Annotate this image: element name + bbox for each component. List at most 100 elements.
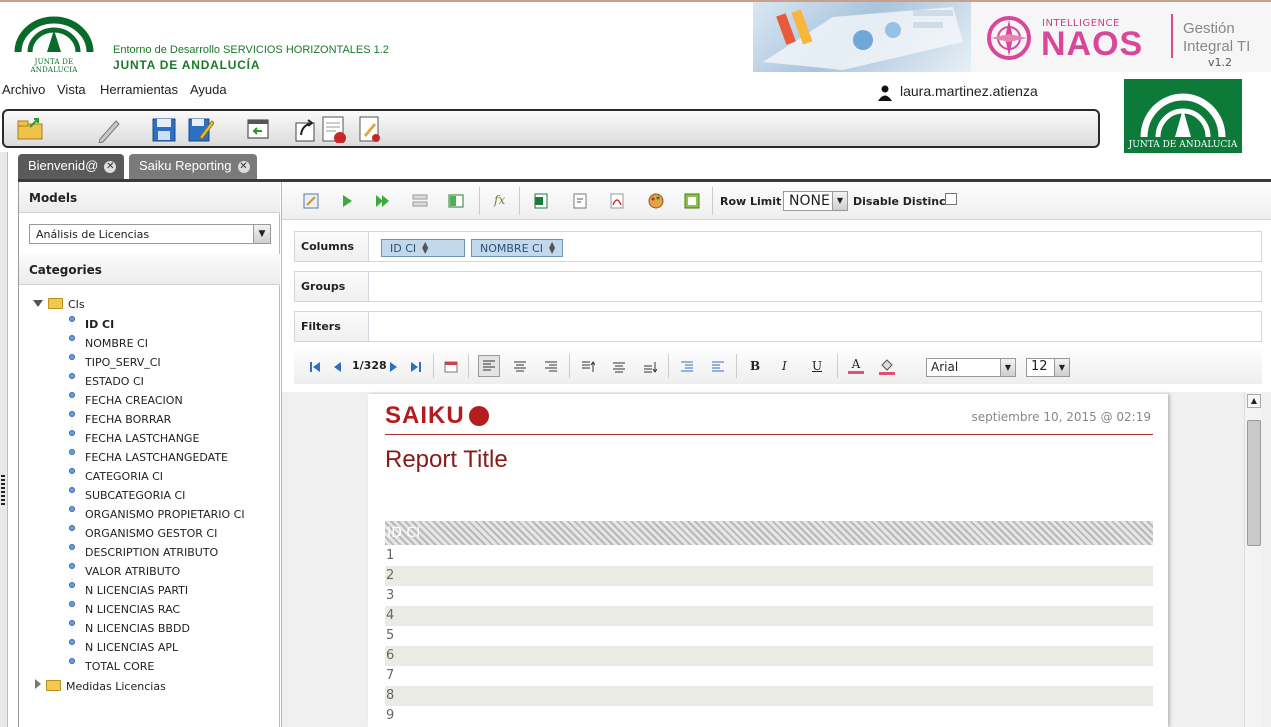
filters-axis[interactable]: Filters — [294, 311, 1262, 342]
field-icon — [69, 525, 75, 531]
report-document-icon[interactable] — [320, 115, 348, 143]
close-icon[interactable]: ✕ — [237, 161, 250, 173]
toolbar-separator — [569, 354, 570, 378]
next-page-icon[interactable] — [386, 360, 400, 374]
column-pill-nombre-ci[interactable]: NOMBRE CI ▲ ▼ — [471, 239, 563, 257]
folder-medidas-licencias[interactable]: Medidas Licencias — [35, 679, 166, 693]
save-icon[interactable] — [150, 115, 178, 143]
field-item[interactable]: N LICENCIAS APL — [69, 639, 178, 654]
field-item[interactable]: CATEGORIA CI — [69, 468, 163, 483]
field-item[interactable]: NOMBRE CI — [69, 335, 148, 350]
scroll-thumb[interactable] — [1247, 420, 1261, 546]
palette-icon[interactable] — [648, 193, 664, 209]
row-limit-select[interactable]: NONE ▼ — [783, 191, 848, 211]
align-left-button[interactable] — [478, 355, 500, 377]
field-item[interactable]: ORGANISMO PROPIETARIO CI — [69, 506, 245, 521]
tab-saiku-reporting[interactable]: Saiku Reporting ✕ — [129, 154, 257, 180]
new-query-icon[interactable] — [303, 193, 319, 209]
sort-icon[interactable]: ▲ ▼ — [422, 241, 430, 255]
field-item[interactable]: N LICENCIAS PARTI — [69, 582, 188, 597]
report-title[interactable]: Report Title — [385, 446, 508, 474]
data-source-icon[interactable] — [684, 193, 700, 209]
fill-color-icon[interactable] — [879, 357, 895, 375]
edit-pencil-icon[interactable] — [94, 115, 122, 143]
report-edit-icon[interactable] — [356, 115, 384, 143]
tab-bienvenido[interactable]: Bienvenid@ ✕ — [18, 154, 124, 180]
underline-icon[interactable]: U — [812, 359, 826, 373]
menu-herramientas[interactable]: Herramientas — [100, 82, 178, 97]
close-icon[interactable]: ✕ — [104, 161, 117, 173]
align-right-icon[interactable] — [544, 360, 558, 374]
field-item[interactable]: FECHA CREACION — [69, 392, 183, 407]
chevron-down-icon[interactable]: ▼ — [1054, 359, 1069, 376]
font-color-icon[interactable]: A — [848, 357, 864, 374]
field-item[interactable]: TOTAL CORE — [69, 658, 154, 673]
collapsed-arrow-icon[interactable] — [35, 679, 41, 689]
switch-view-icon[interactable] — [448, 193, 464, 209]
naos-name: NAOS — [1041, 25, 1144, 63]
menu-ayuda[interactable]: Ayuda — [190, 82, 227, 97]
run-all-icon[interactable] — [375, 193, 391, 209]
field-item[interactable]: N LICENCIAS BBDD — [69, 620, 190, 635]
scroll-up-icon[interactable]: ▲ — [1247, 394, 1261, 408]
italic-icon[interactable]: I — [782, 359, 796, 373]
column-pill-id-ci[interactable]: ID CI ▲ ▼ — [381, 239, 465, 257]
field-item[interactable]: TIPO_SERV_CI — [69, 354, 161, 369]
expanded-arrow-icon[interactable] — [33, 300, 43, 307]
first-page-icon[interactable] — [308, 360, 322, 374]
formula-icon[interactable]: fx — [494, 193, 510, 209]
run-icon[interactable] — [339, 193, 355, 209]
layout-icon[interactable] — [412, 193, 428, 209]
font-size-select[interactable]: 12 ▼ — [1026, 358, 1070, 377]
field-item[interactable]: FECHA BORRAR — [69, 411, 171, 426]
open-folder-icon[interactable] — [16, 115, 44, 143]
filters-label: Filters — [295, 312, 369, 341]
menu-vista[interactable]: Vista — [57, 82, 86, 97]
field-item[interactable]: FECHA LASTCHANGEDATE — [69, 449, 228, 464]
field-item[interactable]: FECHA LASTCHANGE — [69, 430, 199, 445]
save-as-icon[interactable] — [186, 115, 214, 143]
collapse-handle[interactable] — [0, 152, 8, 727]
valign-top-icon[interactable] — [581, 360, 595, 374]
field-item[interactable]: DESCRIPTION ATRIBUTO — [69, 544, 218, 559]
outdent-icon[interactable] — [711, 360, 725, 374]
last-page-icon[interactable] — [409, 360, 423, 374]
disable-distinct-checkbox[interactable] — [945, 193, 957, 205]
pdf-export-icon[interactable] — [609, 193, 625, 209]
font-family-select[interactable]: Arial ▼ — [926, 358, 1016, 377]
report-toolbar: 1/328 B I U A Arial ▼ 12 ▼ — [294, 350, 1262, 384]
valign-middle-icon[interactable] — [612, 360, 626, 374]
model-select[interactable]: Análisis de Licencias ▼ — [29, 224, 271, 244]
chevron-down-icon[interactable]: ▼ — [1000, 359, 1015, 376]
valign-bottom-icon[interactable] — [643, 360, 657, 374]
field-item[interactable]: ID CI — [69, 316, 114, 331]
align-center-icon[interactable] — [513, 360, 527, 374]
export-arrow-icon[interactable] — [292, 115, 320, 143]
vertical-scrollbar[interactable]: ▲ — [1244, 392, 1262, 727]
field-item[interactable]: SUBCATEGORIA CI — [69, 487, 185, 502]
naos-separator — [1171, 14, 1173, 58]
excel-export-icon[interactable] — [533, 193, 549, 209]
field-item[interactable]: N LICENCIAS RAC — [69, 601, 180, 616]
csv-export-icon[interactable] — [572, 193, 588, 209]
field-item[interactable]: ESTADO CI — [69, 373, 144, 388]
table-settings-icon[interactable] — [444, 360, 458, 374]
menu-archivo[interactable]: Archivo — [2, 82, 45, 97]
previous-page-icon[interactable] — [331, 360, 345, 374]
columns-axis[interactable]: Columns ID CI ▲ ▼ NOMBRE CI ▲ ▼ — [294, 231, 1262, 262]
environment-title: Entorno de Desarrollo SERVICIOS HORIZONT… — [113, 44, 389, 56]
window-back-icon[interactable] — [244, 115, 272, 143]
groups-axis[interactable]: Groups — [294, 271, 1262, 302]
field-label: VALOR ATRIBUTO — [85, 565, 181, 578]
bold-icon[interactable]: B — [750, 359, 764, 373]
sort-icon[interactable]: ▲ ▼ — [549, 241, 557, 255]
field-item[interactable]: VALOR ATRIBUTO — [69, 563, 181, 578]
field-icon — [69, 620, 75, 626]
chevron-down-icon[interactable]: ▼ — [832, 192, 847, 210]
column-header[interactable]: ID CI — [385, 521, 1153, 545]
field-item[interactable]: ORGANISMO GESTOR CI — [69, 525, 217, 540]
chevron-down-icon[interactable]: ▼ — [253, 225, 270, 243]
indent-icon[interactable] — [680, 360, 694, 374]
folder-cis[interactable]: CIs — [33, 298, 85, 311]
pill-label: ID CI — [390, 242, 417, 255]
